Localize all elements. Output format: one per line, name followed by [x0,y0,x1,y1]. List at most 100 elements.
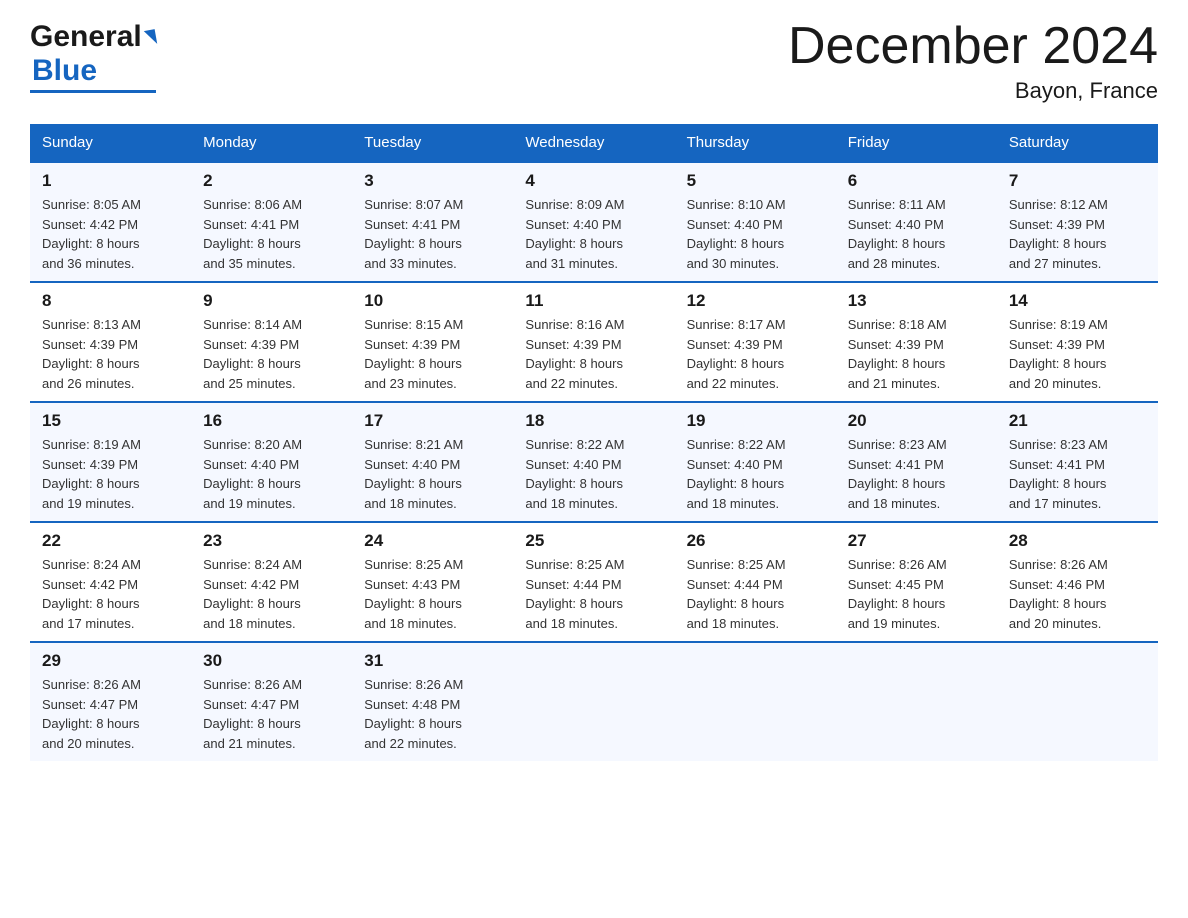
calendar-cell: 20 Sunrise: 8:23 AM Sunset: 4:41 PM Dayl… [836,402,997,522]
day-number: 31 [364,651,501,671]
calendar-week-row: 1 Sunrise: 8:05 AM Sunset: 4:42 PM Dayli… [30,162,1158,282]
calendar-cell: 31 Sunrise: 8:26 AM Sunset: 4:48 PM Dayl… [352,642,513,761]
calendar-cell: 3 Sunrise: 8:07 AM Sunset: 4:41 PM Dayli… [352,162,513,282]
day-number: 22 [42,531,179,551]
calendar-cell: 16 Sunrise: 8:20 AM Sunset: 4:40 PM Dayl… [191,402,352,522]
day-info: Sunrise: 8:10 AM Sunset: 4:40 PM Dayligh… [687,195,824,273]
calendar-cell: 29 Sunrise: 8:26 AM Sunset: 4:47 PM Dayl… [30,642,191,761]
calendar-cell: 1 Sunrise: 8:05 AM Sunset: 4:42 PM Dayli… [30,162,191,282]
calendar-week-row: 8 Sunrise: 8:13 AM Sunset: 4:39 PM Dayli… [30,282,1158,402]
calendar-cell: 23 Sunrise: 8:24 AM Sunset: 4:42 PM Dayl… [191,522,352,642]
day-number: 8 [42,291,179,311]
calendar-cell: 4 Sunrise: 8:09 AM Sunset: 4:40 PM Dayli… [513,162,674,282]
day-info: Sunrise: 8:23 AM Sunset: 4:41 PM Dayligh… [848,435,985,513]
calendar-cell [836,642,997,761]
calendar-cell: 9 Sunrise: 8:14 AM Sunset: 4:39 PM Dayli… [191,282,352,402]
day-info: Sunrise: 8:19 AM Sunset: 4:39 PM Dayligh… [42,435,179,513]
day-number: 19 [687,411,824,431]
calendar-cell: 12 Sunrise: 8:17 AM Sunset: 4:39 PM Dayl… [675,282,836,402]
calendar-cell: 8 Sunrise: 8:13 AM Sunset: 4:39 PM Dayli… [30,282,191,402]
day-number: 10 [364,291,501,311]
day-number: 18 [525,411,662,431]
day-number: 3 [364,171,501,191]
calendar-cell [997,642,1158,761]
logo-underline [30,90,156,93]
day-number: 21 [1009,411,1146,431]
day-info: Sunrise: 8:24 AM Sunset: 4:42 PM Dayligh… [203,555,340,633]
calendar-cell: 22 Sunrise: 8:24 AM Sunset: 4:42 PM Dayl… [30,522,191,642]
day-number: 6 [848,171,985,191]
col-header-sunday: Sunday [30,124,191,162]
day-info: Sunrise: 8:26 AM Sunset: 4:48 PM Dayligh… [364,675,501,753]
calendar-cell: 5 Sunrise: 8:10 AM Sunset: 4:40 PM Dayli… [675,162,836,282]
calendar-cell: 28 Sunrise: 8:26 AM Sunset: 4:46 PM Dayl… [997,522,1158,642]
col-header-saturday: Saturday [997,124,1158,162]
day-number: 24 [364,531,501,551]
day-number: 1 [42,171,179,191]
day-info: Sunrise: 8:26 AM Sunset: 4:45 PM Dayligh… [848,555,985,633]
day-info: Sunrise: 8:05 AM Sunset: 4:42 PM Dayligh… [42,195,179,273]
day-number: 12 [687,291,824,311]
calendar-cell: 6 Sunrise: 8:11 AM Sunset: 4:40 PM Dayli… [836,162,997,282]
day-info: Sunrise: 8:20 AM Sunset: 4:40 PM Dayligh… [203,435,340,513]
day-info: Sunrise: 8:07 AM Sunset: 4:41 PM Dayligh… [364,195,501,273]
calendar-cell: 24 Sunrise: 8:25 AM Sunset: 4:43 PM Dayl… [352,522,513,642]
calendar-cell: 27 Sunrise: 8:26 AM Sunset: 4:45 PM Dayl… [836,522,997,642]
day-info: Sunrise: 8:06 AM Sunset: 4:41 PM Dayligh… [203,195,340,273]
day-number: 2 [203,171,340,191]
day-number: 5 [687,171,824,191]
day-info: Sunrise: 8:11 AM Sunset: 4:40 PM Dayligh… [848,195,985,273]
day-number: 28 [1009,531,1146,551]
day-number: 9 [203,291,340,311]
day-info: Sunrise: 8:14 AM Sunset: 4:39 PM Dayligh… [203,315,340,393]
calendar-cell: 2 Sunrise: 8:06 AM Sunset: 4:41 PM Dayli… [191,162,352,282]
day-info: Sunrise: 8:21 AM Sunset: 4:40 PM Dayligh… [364,435,501,513]
logo: General Blue [30,20,156,93]
calendar-cell: 17 Sunrise: 8:21 AM Sunset: 4:40 PM Dayl… [352,402,513,522]
day-info: Sunrise: 8:19 AM Sunset: 4:39 PM Dayligh… [1009,315,1146,393]
day-number: 4 [525,171,662,191]
day-info: Sunrise: 8:12 AM Sunset: 4:39 PM Dayligh… [1009,195,1146,273]
day-info: Sunrise: 8:26 AM Sunset: 4:47 PM Dayligh… [42,675,179,753]
calendar-cell: 18 Sunrise: 8:22 AM Sunset: 4:40 PM Dayl… [513,402,674,522]
col-header-tuesday: Tuesday [352,124,513,162]
day-number: 30 [203,651,340,671]
day-info: Sunrise: 8:13 AM Sunset: 4:39 PM Dayligh… [42,315,179,393]
calendar-header-row: SundayMondayTuesdayWednesdayThursdayFrid… [30,124,1158,162]
day-number: 23 [203,531,340,551]
day-number: 7 [1009,171,1146,191]
day-info: Sunrise: 8:25 AM Sunset: 4:44 PM Dayligh… [525,555,662,633]
col-header-monday: Monday [191,124,352,162]
calendar-cell: 10 Sunrise: 8:15 AM Sunset: 4:39 PM Dayl… [352,282,513,402]
day-number: 11 [525,291,662,311]
day-info: Sunrise: 8:17 AM Sunset: 4:39 PM Dayligh… [687,315,824,393]
day-number: 15 [42,411,179,431]
calendar-week-row: 22 Sunrise: 8:24 AM Sunset: 4:42 PM Dayl… [30,522,1158,642]
day-info: Sunrise: 8:25 AM Sunset: 4:44 PM Dayligh… [687,555,824,633]
col-header-friday: Friday [836,124,997,162]
day-number: 13 [848,291,985,311]
calendar-cell [513,642,674,761]
logo-arrow-icon [144,29,157,46]
day-number: 17 [364,411,501,431]
day-number: 26 [687,531,824,551]
day-info: Sunrise: 8:16 AM Sunset: 4:39 PM Dayligh… [525,315,662,393]
day-number: 27 [848,531,985,551]
day-number: 20 [848,411,985,431]
calendar-week-row: 29 Sunrise: 8:26 AM Sunset: 4:47 PM Dayl… [30,642,1158,761]
col-header-wednesday: Wednesday [513,124,674,162]
calendar-week-row: 15 Sunrise: 8:19 AM Sunset: 4:39 PM Dayl… [30,402,1158,522]
day-info: Sunrise: 8:24 AM Sunset: 4:42 PM Dayligh… [42,555,179,633]
calendar-cell: 7 Sunrise: 8:12 AM Sunset: 4:39 PM Dayli… [997,162,1158,282]
day-info: Sunrise: 8:22 AM Sunset: 4:40 PM Dayligh… [687,435,824,513]
day-info: Sunrise: 8:18 AM Sunset: 4:39 PM Dayligh… [848,315,985,393]
page-header: General Blue December 2024 Bayon, France [30,20,1158,104]
col-header-thursday: Thursday [675,124,836,162]
day-number: 14 [1009,291,1146,311]
day-info: Sunrise: 8:09 AM Sunset: 4:40 PM Dayligh… [525,195,662,273]
day-info: Sunrise: 8:26 AM Sunset: 4:46 PM Dayligh… [1009,555,1146,633]
calendar-cell: 21 Sunrise: 8:23 AM Sunset: 4:41 PM Dayl… [997,402,1158,522]
logo-blue-text: Blue [32,54,97,88]
location: Bayon, France [788,78,1158,104]
calendar-cell: 30 Sunrise: 8:26 AM Sunset: 4:47 PM Dayl… [191,642,352,761]
